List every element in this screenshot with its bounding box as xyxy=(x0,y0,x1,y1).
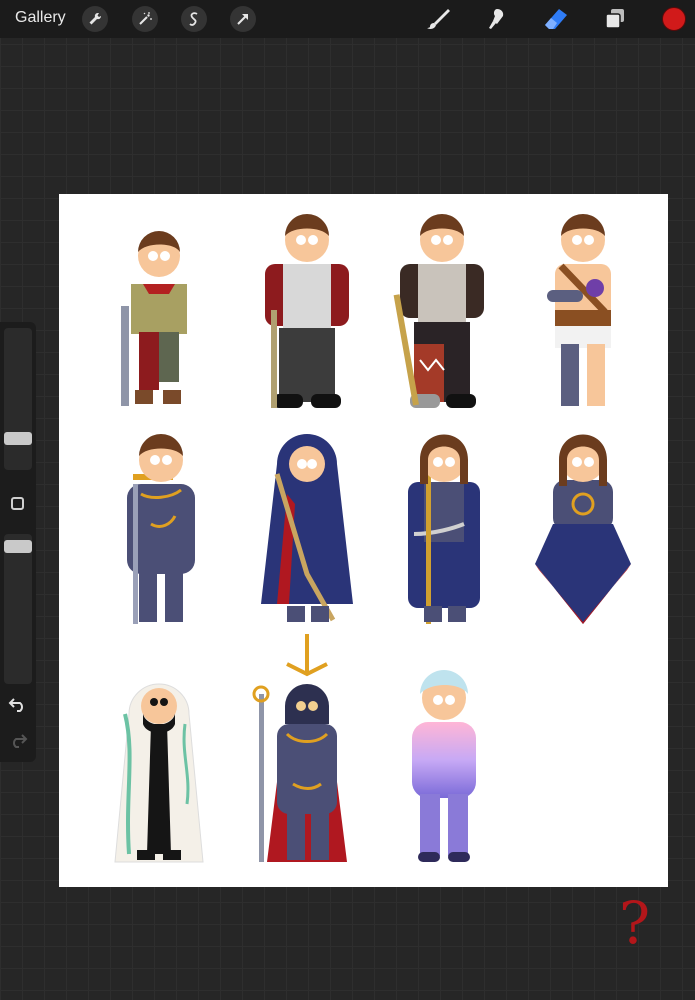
figure-white-robe xyxy=(114,683,204,863)
layers-icon[interactable] xyxy=(601,6,629,32)
brush-size-thumb[interactable] xyxy=(4,432,32,445)
modify-square-icon[interactable] xyxy=(11,497,24,510)
figure-hooded-cloak xyxy=(261,434,353,622)
drawing-canvas[interactable]: ? xyxy=(59,194,668,952)
smudge-icon[interactable] xyxy=(482,6,510,32)
undo-icon[interactable] xyxy=(8,696,28,712)
redo-icon[interactable] xyxy=(8,732,28,748)
figure-pastel-body xyxy=(412,670,476,862)
left-sidebar xyxy=(0,322,36,762)
character-sheet xyxy=(114,214,631,863)
figure-vest-patterned-skirt xyxy=(393,214,484,408)
brush-icon[interactable] xyxy=(424,6,452,32)
opacity-slider[interactable] xyxy=(4,534,32,684)
figure-cloak-staff xyxy=(408,434,480,624)
question-mark: ? xyxy=(619,889,651,957)
magic-wand-icon[interactable] xyxy=(132,6,158,32)
transform-arrow-icon[interactable] xyxy=(230,6,256,32)
figure-helmet-crown xyxy=(252,634,347,862)
gallery-button[interactable]: Gallery xyxy=(15,9,66,27)
figure-vest-red-sleeves xyxy=(265,214,349,408)
top-toolbar: Gallery xyxy=(0,0,695,38)
figure-peasant xyxy=(121,231,187,406)
color-picker-button[interactable] xyxy=(662,7,686,31)
opacity-thumb[interactable] xyxy=(4,540,32,553)
figure-armored-skirt xyxy=(535,434,631,624)
selection-icon[interactable] xyxy=(181,6,207,32)
brush-size-slider[interactable] xyxy=(4,328,32,470)
eraser-icon[interactable] xyxy=(541,6,569,32)
wrench-icon[interactable] xyxy=(82,6,108,32)
figure-armored xyxy=(127,434,195,624)
figure-shirtless-bandolier xyxy=(547,214,611,406)
